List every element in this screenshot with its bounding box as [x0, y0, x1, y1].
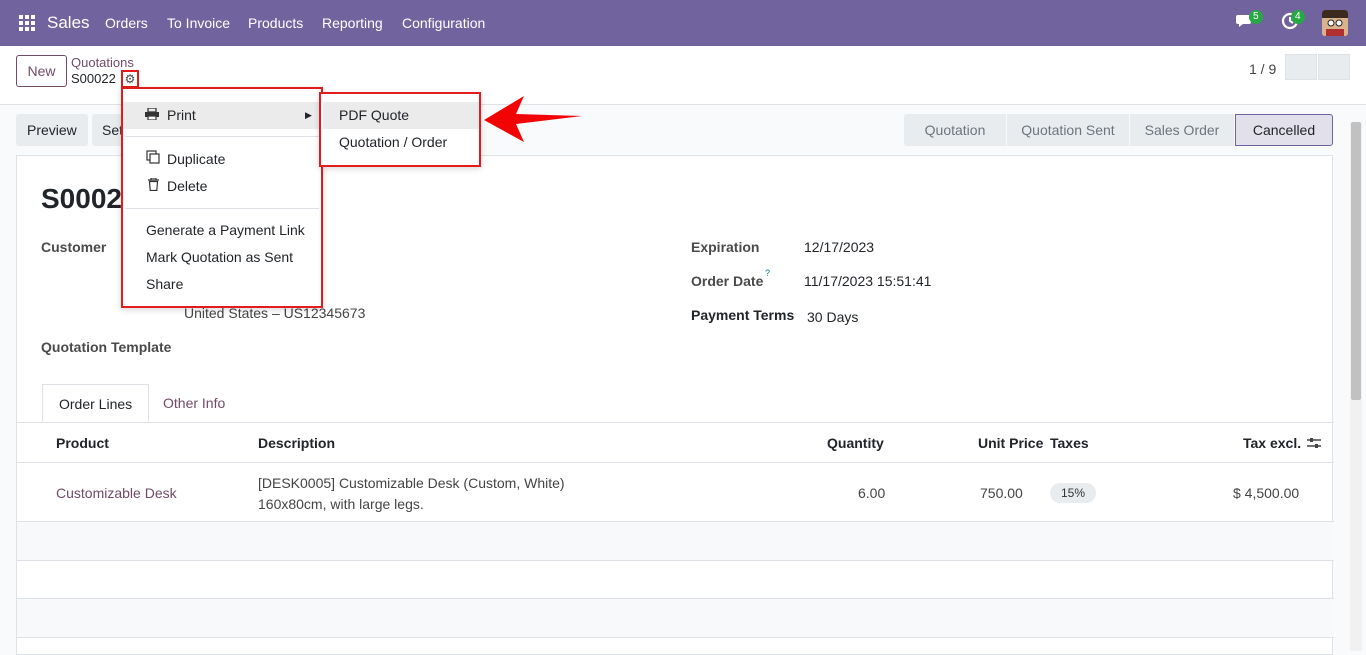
menu-reporting[interactable]: Reporting — [322, 15, 383, 31]
print-submenu: PDF Quote Quotation / Order — [319, 92, 481, 167]
col-quantity[interactable]: Quantity — [827, 435, 884, 451]
col-description[interactable]: Description — [258, 435, 335, 451]
empty-row — [17, 522, 1334, 560]
copy-icon — [146, 146, 160, 173]
payment-terms-label: Payment Terms — [691, 307, 795, 323]
pager-next-button[interactable] — [1318, 54, 1350, 80]
line-tax-badge[interactable]: 15% — [1050, 483, 1096, 503]
line-description-2[interactable]: 160x80cm, with large legs. — [258, 496, 424, 512]
action-dropdown: Print ▶ Duplicate Delete Generate a Paym… — [121, 87, 323, 308]
tab-other-info[interactable]: Other Info — [147, 384, 241, 422]
dropdown-divider — [125, 136, 319, 137]
order-date-help[interactable]: ? — [765, 268, 770, 278]
duplicate-label: Duplicate — [167, 151, 226, 167]
menu-configuration[interactable]: Configuration — [402, 15, 485, 31]
breadcrumb-quotations[interactable]: Quotations — [71, 55, 134, 70]
dropdown-divider — [125, 208, 319, 209]
pager-previous-button[interactable] — [1285, 54, 1317, 80]
mark-sent-menu-item[interactable]: Mark Quotation as Sent — [123, 244, 321, 271]
header-separator — [17, 462, 1334, 463]
caret-right-icon: ▶ — [305, 110, 312, 120]
pager-value[interactable]: 1 / 9 — [1249, 61, 1276, 77]
line-unit-price[interactable]: 750.00 — [980, 485, 1023, 501]
stage-quotation[interactable]: Quotation — [904, 114, 1006, 146]
chat-badge: 5 — [1249, 10, 1263, 24]
top-navbar: Sales Orders To Invoice Products Reporti… — [0, 0, 1366, 46]
customer-label: Customer — [41, 239, 107, 255]
tab-divider — [17, 422, 1334, 423]
stage-quotation-sent[interactable]: Quotation Sent — [1007, 114, 1129, 146]
column-settings-icon[interactable] — [1307, 436, 1321, 453]
delete-menu-item[interactable]: Delete — [123, 173, 321, 200]
quotation-order-item[interactable]: Quotation / Order — [323, 129, 479, 156]
row-separator — [17, 560, 1334, 561]
breadcrumb-record: S00022 — [71, 71, 116, 86]
stage-sales-order[interactable]: Sales Order — [1130, 114, 1234, 146]
order-date-field[interactable]: 11/17/2023 15:51:41 — [804, 273, 931, 289]
line-product[interactable]: Customizable Desk — [56, 485, 177, 501]
activity-badge: 4 — [1291, 10, 1305, 24]
line-quantity[interactable]: 6.00 — [858, 485, 885, 501]
print-menu-item[interactable]: Print ▶ — [123, 102, 321, 129]
col-product[interactable]: Product — [56, 435, 109, 451]
user-avatar[interactable] — [1322, 10, 1348, 36]
line-description-1[interactable]: [DESK0005] Customizable Desk (Custom, Wh… — [258, 475, 565, 491]
payment-terms-field[interactable]: 30 Days — [807, 309, 858, 325]
printer-icon — [145, 102, 159, 129]
col-tax-excl[interactable]: Tax excl. — [1243, 435, 1301, 451]
app-name[interactable]: Sales — [47, 13, 90, 33]
expiration-label: Expiration — [691, 239, 760, 255]
trash-icon — [148, 173, 159, 200]
delete-label: Delete — [167, 178, 208, 194]
gear-icon[interactable]: ⚙ — [121, 70, 139, 88]
apps-grid-icon[interactable] — [19, 15, 35, 31]
order-date-label: Order Date — [691, 273, 764, 289]
pdf-quote-item[interactable]: PDF Quote — [323, 102, 479, 129]
annotation-arrow-icon — [484, 96, 582, 142]
menu-products[interactable]: Products — [248, 15, 303, 31]
scrollbar-thumb[interactable] — [1351, 122, 1361, 400]
col-unit-price[interactable]: Unit Price — [978, 435, 1043, 451]
empty-row — [17, 599, 1334, 637]
line-subtotal: $ 4,500.00 — [1233, 485, 1300, 501]
menu-to-invoice[interactable]: To Invoice — [167, 15, 230, 31]
preview-button[interactable]: Preview — [16, 114, 88, 146]
expiration-field[interactable]: 12/17/2023 — [804, 239, 874, 255]
share-menu-item[interactable]: Share — [123, 271, 321, 298]
send-button[interactable]: Set — [92, 114, 122, 146]
duplicate-menu-item[interactable]: Duplicate — [123, 146, 321, 173]
new-button[interactable]: New — [16, 55, 67, 87]
tab-order-lines[interactable]: Order Lines — [42, 384, 150, 422]
quotation-template-label: Quotation Template — [41, 339, 172, 355]
col-taxes[interactable]: Taxes — [1050, 435, 1089, 451]
print-label: Print — [167, 107, 196, 123]
payment-link-menu-item[interactable]: Generate a Payment Link — [123, 217, 321, 244]
stage-cancelled[interactable]: Cancelled — [1235, 114, 1333, 146]
menu-orders[interactable]: Orders — [105, 15, 148, 31]
row-separator — [17, 637, 1334, 638]
